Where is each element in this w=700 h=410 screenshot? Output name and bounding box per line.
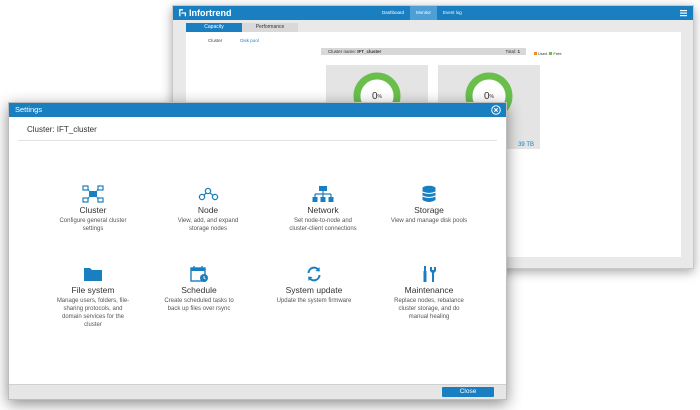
settings-item-title: Storage — [414, 205, 444, 215]
settings-item-title: Network — [307, 205, 339, 215]
capacity-subtabs: Cluster Disk pool — [208, 38, 259, 43]
settings-item-title: Schedule — [181, 285, 217, 295]
top-nav: Dashboard Monitor Event log — [376, 6, 468, 20]
cluster-icon — [82, 185, 104, 203]
subtab-cluster[interactable]: Cluster — [208, 38, 222, 43]
legend-used-swatch — [534, 52, 537, 55]
calendar-clock-icon — [190, 266, 208, 282]
settings-item-storage[interactable]: Storage View and manage disk pools — [369, 185, 489, 225]
capacity-legend: Used Free — [532, 51, 562, 56]
settings-item-desc: View and manage disk pools — [390, 218, 468, 224]
tab-capacity[interactable]: Capacity — [186, 23, 242, 32]
settings-item-title: Maintenance — [404, 285, 454, 295]
dialog-footer: Close — [9, 384, 506, 399]
settings-item-title: System update — [285, 285, 343, 295]
cluster-summary-bar: Cluster name: IFT_cluster Total: 1 — [321, 48, 526, 55]
settings-item-maintenance[interactable]: Maintenance Replace nodes, rebalance clus… — [369, 265, 489, 321]
settings-item-cluster[interactable]: Cluster Configure general cluster setting… — [33, 185, 153, 233]
settings-item-desc: Update the system firmware — [276, 298, 352, 304]
settings-item-system-update[interactable]: System update Update the system firmware — [254, 265, 374, 305]
settings-item-title: Node — [197, 205, 219, 215]
settings-item-title: Cluster — [79, 205, 107, 215]
app-topbar: Infortrend Dashboard Monitor Event log — [173, 6, 693, 20]
settings-item-desc: View, add, and expand storage nodes — [177, 218, 239, 232]
app-tabs: Capacity Performance — [186, 23, 298, 32]
settings-item-desc: Set node-to-node and cluster-client conne… — [289, 218, 357, 232]
node-icon — [198, 187, 219, 201]
nav-monitor[interactable]: Monitor — [410, 6, 438, 20]
network-icon — [312, 186, 334, 202]
settings-item-schedule[interactable]: Schedule Create scheduled tasks to back u… — [139, 265, 259, 313]
cluster-heading: Cluster: IFT_cluster — [27, 125, 97, 134]
cluster-total: Total: 1 — [505, 49, 520, 54]
capacity-total-tb: 39 TB — [518, 142, 534, 148]
settings-item-node[interactable]: Node View, add, and expand storage nodes — [148, 185, 268, 233]
folder-icon — [84, 268, 102, 281]
storage-icon — [422, 185, 436, 202]
subtab-disk-pool[interactable]: Disk pool — [240, 38, 259, 43]
tools-icon — [423, 266, 436, 282]
nav-dashboard[interactable]: Dashboard — [376, 6, 410, 20]
brand-name: Infortrend — [189, 8, 232, 18]
infortrend-logo-icon — [179, 9, 187, 17]
settings-item-desc: Create scheduled tasks to back up files o… — [164, 298, 234, 312]
close-icon[interactable] — [491, 105, 501, 115]
tab-performance[interactable]: Performance — [242, 23, 298, 32]
legend-free-swatch — [549, 52, 553, 55]
brand-logo: Infortrend — [179, 8, 232, 18]
dialog-header: Settings — [9, 103, 506, 117]
nav-event-log[interactable]: Event log — [437, 6, 468, 20]
legend-used-label: Used — [538, 51, 548, 56]
settings-dialog: Settings Cluster: IFT_cluster Cluster Co… — [8, 102, 507, 400]
hamburger-menu-icon[interactable] — [680, 9, 687, 17]
settings-item-desc: Configure general cluster settings — [59, 218, 127, 232]
refresh-icon — [307, 266, 321, 282]
cluster-name: Cluster name: IFT_cluster — [328, 49, 382, 54]
heading-divider — [18, 140, 497, 141]
dialog-title: Settings — [15, 105, 43, 114]
settings-item-network[interactable]: Network Set node-to-node and cluster-clie… — [263, 185, 383, 233]
close-button[interactable]: Close — [442, 387, 494, 397]
legend-free-label: Free — [553, 51, 562, 56]
settings-item-desc: Replace nodes, rebalance cluster storage,… — [394, 298, 464, 320]
